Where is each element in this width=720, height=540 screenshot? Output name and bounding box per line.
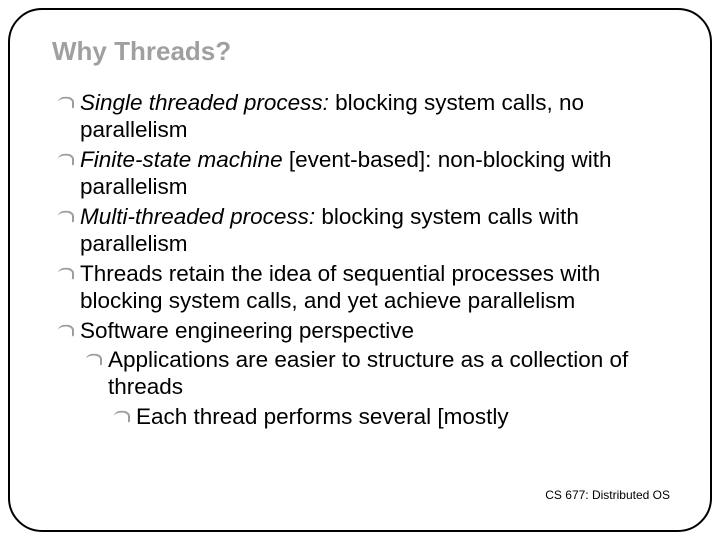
txt-each-thread: Each thread performs several [mostly: [136, 404, 509, 429]
bullet-single-threaded: Single threaded process: blocking system…: [58, 89, 680, 144]
em-fsm: Finite-state machine: [80, 147, 283, 172]
em-single-threaded: Single threaded process:: [80, 90, 329, 115]
bullet-apps-easier: Applications are easier to structure as …: [86, 346, 680, 401]
slide-title: Why Threads?: [52, 36, 680, 67]
footer-course: CS 677: Distributed OS: [545, 488, 670, 502]
bullet-each-thread: Each thread performs several [mostly: [114, 403, 680, 430]
bullet-multithreaded: Multi-threaded process: blocking system …: [58, 203, 680, 258]
slide-content: Single threaded process: blocking system…: [58, 89, 680, 430]
txt-threads-retain: Threads retain the idea of sequential pr…: [80, 261, 600, 313]
txt-apps-easier: Applications are easier to structure as …: [108, 347, 628, 399]
bullet-se-perspective: Software engineering perspective: [58, 317, 680, 344]
txt-se-perspective: Software engineering perspective: [80, 318, 414, 343]
bullet-fsm: Finite-state machine [event-based]: non-…: [58, 146, 680, 201]
bullet-threads-retain: Threads retain the idea of sequential pr…: [58, 260, 680, 315]
em-multithreaded: Multi-threaded process:: [80, 204, 315, 229]
slide-frame: Why Threads? Single threaded process: bl…: [8, 8, 712, 532]
